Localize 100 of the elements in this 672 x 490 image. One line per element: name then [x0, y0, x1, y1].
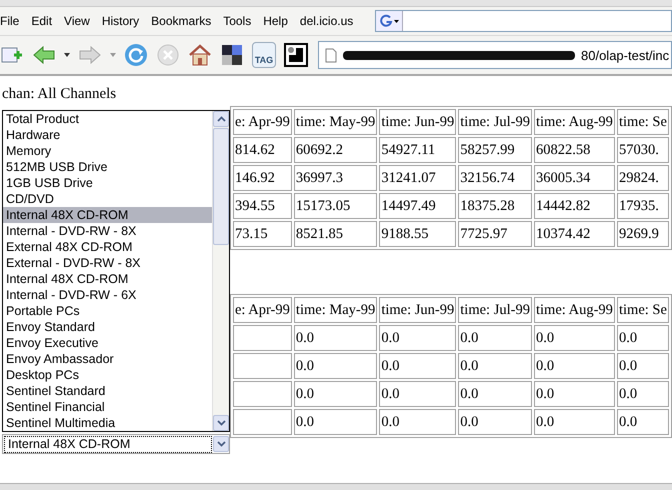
column-header: time: Se	[616, 297, 669, 323]
table-cell: 32156.74	[458, 165, 532, 191]
page-plus-icon	[1, 45, 23, 65]
scrollbar[interactable]	[212, 111, 229, 431]
filter-label: chan: All Channels	[1, 86, 118, 104]
dropdown-option[interactable]: Internal 48X CD-ROM	[3, 207, 212, 223]
menu-item[interactable]: Bookmarks	[151, 14, 220, 28]
table-cell: 54927.11	[379, 137, 456, 163]
forward-button[interactable]	[78, 43, 102, 67]
column-header: time: May-99	[294, 297, 378, 323]
table-cell: 0.0	[458, 325, 532, 351]
caret-icon	[394, 20, 400, 22]
tag-button[interactable]: TAG	[252, 42, 276, 68]
dropdown-button[interactable]	[213, 436, 229, 452]
table-cell	[233, 325, 292, 351]
reload-icon	[124, 43, 148, 67]
table-cell: 814.62	[233, 137, 292, 163]
table-cell: 31241.07	[379, 165, 456, 191]
table-cell: 60822.58	[534, 137, 615, 163]
column-header: e: Apr-99	[233, 109, 292, 135]
column-header: time: Aug-99	[534, 297, 615, 323]
product-select[interactable]: Internal 48X CD-ROM	[2, 434, 230, 454]
table-cell: 10374.42	[534, 221, 615, 247]
table-cell: 0.0	[616, 353, 669, 379]
table-cell: 18375.28	[458, 193, 532, 219]
table-cell: 14442.82	[534, 193, 615, 219]
table-cell: 0.0	[294, 381, 378, 407]
address-field[interactable]: 80/olap-test/inc	[318, 41, 672, 69]
scroll-down-button[interactable]	[213, 415, 229, 431]
caret-icon	[216, 420, 226, 426]
table-cell: 0.0	[616, 381, 669, 407]
table-cell: 36005.34	[534, 165, 615, 191]
table-cell: 0.0	[458, 353, 532, 379]
table-cell: 73.15	[233, 221, 292, 247]
table-cell: 0.0	[534, 381, 615, 407]
table-cell: 9269.9	[616, 221, 669, 247]
column-header: time: May-99	[294, 109, 378, 135]
table-cell: 0.0	[616, 325, 669, 351]
menu-item[interactable]: File	[0, 14, 28, 28]
toolbar-button[interactable]	[220, 43, 244, 67]
table-cell: 58257.99	[458, 137, 532, 163]
scroll-thumb[interactable]	[213, 128, 229, 245]
column-header: time: Se	[616, 109, 669, 135]
table-cell: 0.0	[534, 409, 615, 435]
table-cell: 0.0	[616, 409, 669, 435]
table-cell	[233, 381, 292, 407]
scroll-up-button[interactable]	[213, 111, 229, 127]
table-cell	[233, 409, 292, 435]
menu-item[interactable]: Help	[263, 14, 296, 28]
table-cell: 17935.	[616, 193, 669, 219]
menu-item[interactable]: Edit	[31, 14, 60, 28]
column-header: e: Apr-99	[233, 297, 292, 323]
home-button[interactable]	[188, 43, 212, 67]
column-header: time: Jun-99	[379, 109, 456, 135]
search-engine-button[interactable]	[376, 11, 404, 31]
table-cell: 57030.	[616, 137, 669, 163]
table-cell: 0.0	[379, 325, 456, 351]
table-cell: 0.0	[294, 409, 378, 435]
house-icon	[188, 44, 212, 66]
table-cell: 8521.85	[294, 221, 378, 247]
squares-icon	[221, 44, 243, 66]
table-cell: 60692.2	[294, 137, 378, 163]
menu-item[interactable]: History	[102, 14, 148, 28]
menu-item[interactable]: del.icio.us	[300, 14, 362, 28]
back-button[interactable]	[32, 43, 56, 67]
table-cell: 29824.	[616, 165, 669, 191]
table-cell: 146.92	[233, 165, 292, 191]
table-cell: 0.0	[379, 409, 456, 435]
column-header: time: Jul-99	[458, 109, 532, 135]
table-cell: 36997.3	[294, 165, 378, 191]
caret-icon[interactable]	[64, 53, 70, 57]
table-cell: 0.0	[294, 325, 378, 351]
table-cell: 7725.97	[458, 221, 532, 247]
table-cell: 0.0	[534, 353, 615, 379]
column-header: time: Aug-99	[534, 109, 615, 135]
search-field[interactable]	[375, 10, 672, 32]
table-cell: 0.0	[458, 381, 532, 407]
table-cell: 0.0	[534, 325, 615, 351]
table-cell: 9188.55	[379, 221, 456, 247]
forward-arrow-icon	[79, 46, 101, 64]
table-cell: 394.55	[233, 193, 292, 219]
column-header: time: Jul-99	[458, 297, 532, 323]
page-icon	[325, 48, 337, 62]
table-cell	[233, 353, 292, 379]
menu-item[interactable]: Tools	[223, 14, 260, 28]
stop-icon	[157, 44, 179, 66]
table-cell: 0.0	[379, 353, 456, 379]
caret-icon	[216, 441, 226, 447]
table-cell: 14497.49	[379, 193, 456, 219]
caret-icon	[216, 116, 226, 122]
table-cell: 0.0	[294, 353, 378, 379]
g-logo-icon	[379, 14, 394, 28]
table-cell: 0.0	[458, 409, 532, 435]
reload-button[interactable]	[124, 43, 148, 67]
table-cell: 0.0	[379, 381, 456, 407]
menu-item[interactable]: View	[64, 14, 98, 28]
column-header: time: Jun-99	[379, 297, 456, 323]
table-cell: 15173.05	[294, 193, 378, 219]
url-text: 80/olap-test/inc	[581, 48, 670, 62]
back-arrow-icon	[33, 46, 55, 64]
